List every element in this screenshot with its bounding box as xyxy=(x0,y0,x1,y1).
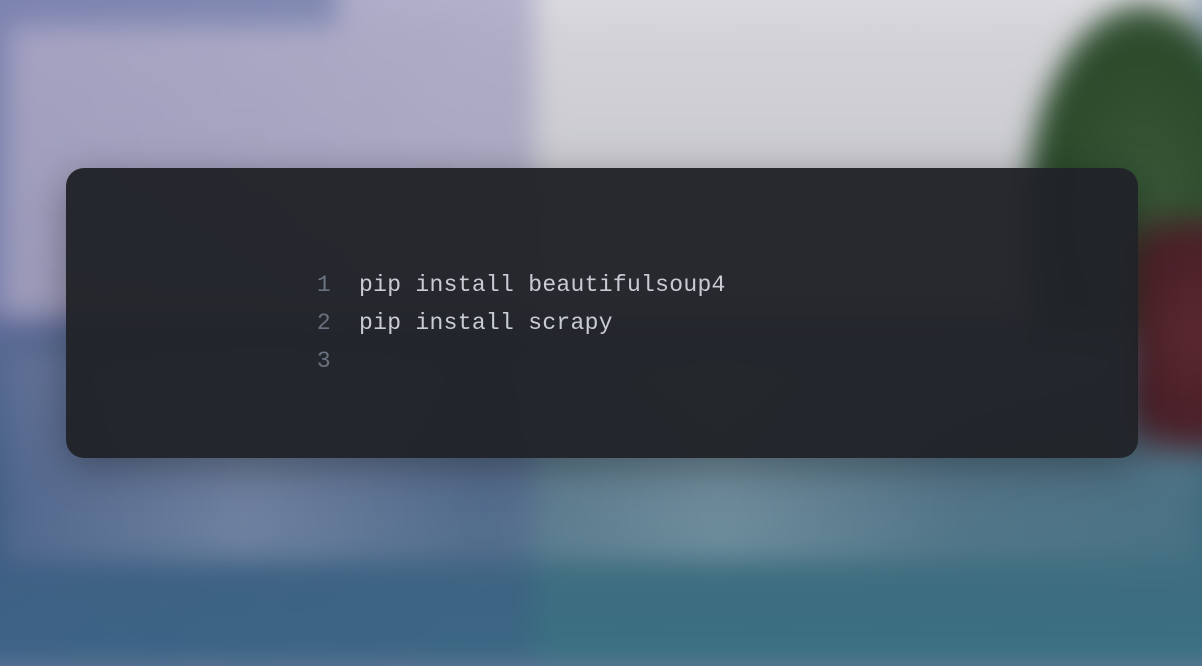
code-content: pip install scrapy xyxy=(359,304,613,342)
line-number: 2 xyxy=(301,304,331,342)
code-editor-panel[interactable]: 1 pip install beautifulsoup4 2 pip insta… xyxy=(66,168,1138,458)
line-number: 1 xyxy=(301,266,331,304)
line-number: 3 xyxy=(301,342,331,380)
code-line[interactable]: 2 pip install scrapy xyxy=(301,304,1138,342)
code-content: pip install beautifulsoup4 xyxy=(359,266,726,304)
bg-foliage-right-layer xyxy=(1130,212,1202,456)
code-line[interactable]: 1 pip install beautifulsoup4 xyxy=(301,266,1138,304)
code-line[interactable]: 3 xyxy=(301,342,1138,380)
